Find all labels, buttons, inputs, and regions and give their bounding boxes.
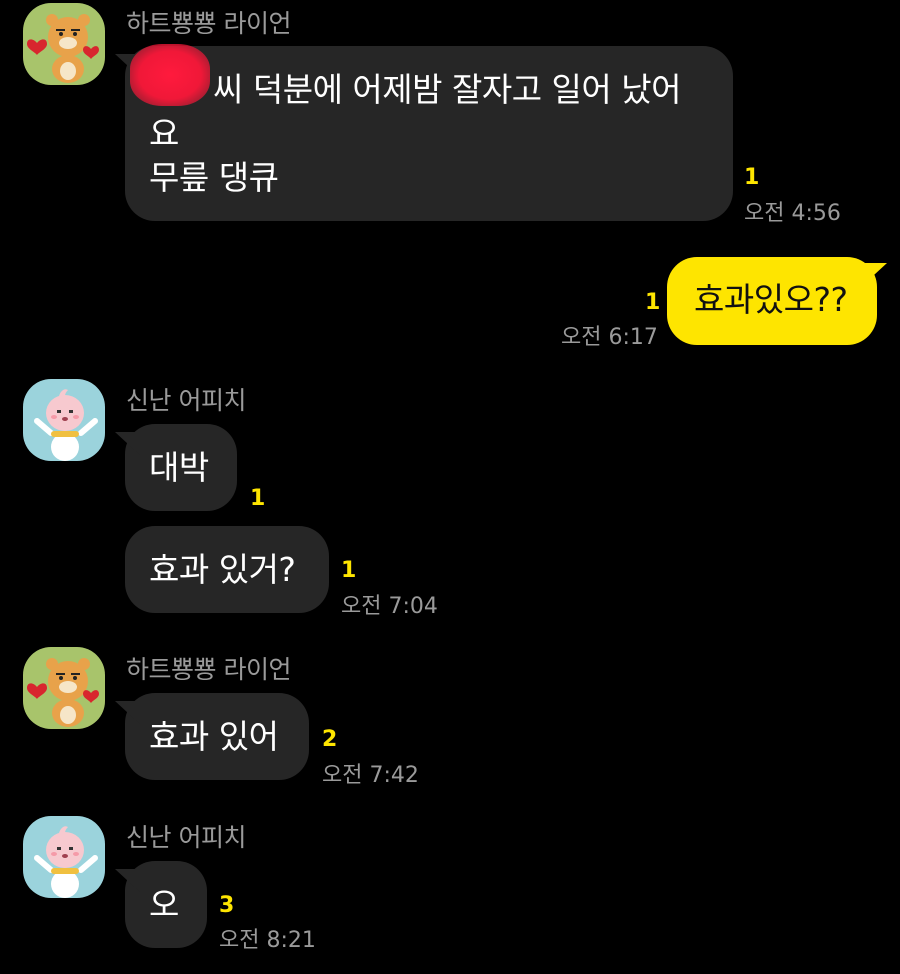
sender-name: 신난 어피치 xyxy=(126,386,246,415)
ryan-avatar-graphic xyxy=(23,647,105,729)
message-text: 요 xyxy=(149,114,179,153)
unread-count: 1 xyxy=(250,486,266,511)
message-time: 오전 7:42 xyxy=(322,763,419,788)
ryan-avatar-icon[interactable] xyxy=(23,3,105,85)
message-text: 무릎 댕큐 xyxy=(149,158,279,197)
ryan-avatar-graphic xyxy=(23,3,105,85)
message-time: 오전 4:56 xyxy=(744,201,841,226)
sender-name: 하트뿅뿅 라이언 xyxy=(126,655,291,684)
sender-name: 하트뿅뿅 라이언 xyxy=(126,9,291,38)
message-time: 오전 7:04 xyxy=(341,594,438,619)
my-message-bubble[interactable]: 효과있오?? xyxy=(667,257,877,345)
message-bubble[interactable]: 오 xyxy=(125,861,207,948)
message-text: 효과 있어 xyxy=(149,717,279,756)
unread-count: 1 xyxy=(645,290,661,315)
message-text: 씨 덕분에 어제밤 잘자고 일어 났어 xyxy=(213,70,682,109)
apeach-avatar-icon[interactable] xyxy=(23,816,105,898)
message-bubble[interactable]: 효과 있거? xyxy=(125,526,329,613)
apeach-avatar-icon[interactable] xyxy=(23,379,105,461)
apeach-avatar-graphic xyxy=(23,379,105,461)
message-time: 오전 8:21 xyxy=(219,928,316,953)
message-time: 오전 6:17 xyxy=(561,325,658,350)
unread-count: 3 xyxy=(219,893,235,918)
message-text: 대박 xyxy=(149,448,209,487)
unread-count: 1 xyxy=(744,165,760,190)
apeach-avatar-graphic xyxy=(23,816,105,898)
message-bubble[interactable]: 효과 있어 xyxy=(125,693,309,780)
message-text: 오 xyxy=(149,885,179,924)
message-text: 효과 있거? xyxy=(149,550,296,589)
message-text: 효과있오?? xyxy=(694,280,848,319)
message-bubble[interactable]: 대박 xyxy=(125,424,237,511)
message-bubble[interactable]: 씨 덕분에 어제밤 잘자고 일어 났어 요 무릎 댕큐 xyxy=(125,46,733,221)
unread-count: 2 xyxy=(322,727,338,752)
redaction-mark xyxy=(130,44,210,106)
unread-count: 1 xyxy=(341,558,357,583)
sender-name: 신난 어피치 xyxy=(126,823,246,852)
ryan-avatar-icon[interactable] xyxy=(23,647,105,729)
